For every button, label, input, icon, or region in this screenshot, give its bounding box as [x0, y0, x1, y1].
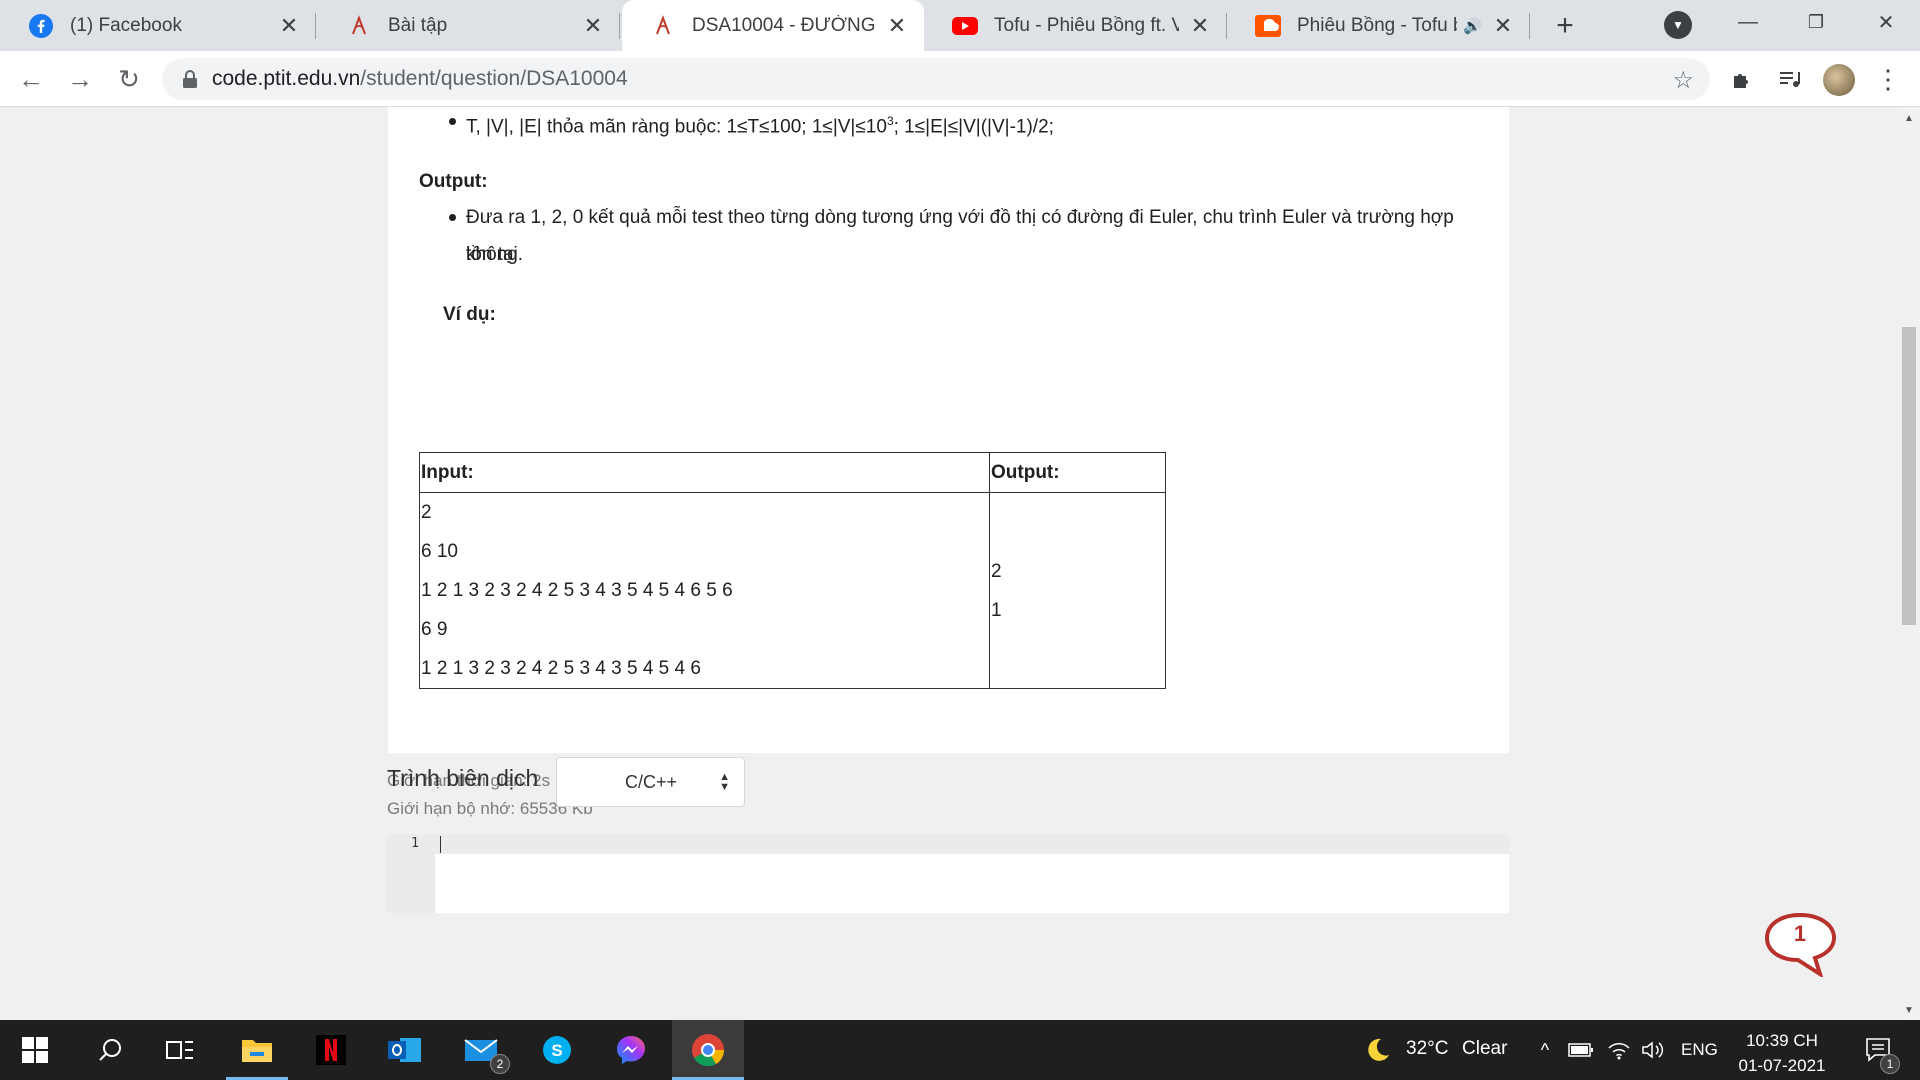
bookmark-star-icon[interactable]: ☆: [1672, 66, 1694, 95]
extensions-icon[interactable]: [1726, 63, 1758, 95]
output-line: 1: [991, 599, 1002, 621]
close-icon[interactable]: ✕: [580, 13, 606, 39]
outlook-icon[interactable]: [374, 1020, 436, 1080]
clock-date: 01-07-2021: [1738, 1056, 1826, 1075]
tab-youtube[interactable]: Tofu - Phiêu Bồng ft. VoVanDuc ✕: [924, 0, 1227, 51]
close-icon[interactable]: ✕: [1490, 13, 1516, 39]
new-tab-button[interactable]: +: [1547, 8, 1583, 44]
input-line: 2: [421, 502, 432, 523]
lock-icon: [182, 70, 198, 88]
browser-toolbar: ← → ↻ code.ptit.edu.vn/student/question/…: [0, 51, 1920, 107]
close-icon[interactable]: ✕: [1187, 13, 1213, 39]
editor-active-line: [435, 834, 1509, 854]
output-header: Output:: [989, 452, 1166, 493]
search-icon[interactable]: [80, 1020, 140, 1080]
tab-title: Phiêu Bồng - Tofu by: [1297, 14, 1458, 36]
text-cursor: [440, 836, 441, 853]
battery-icon[interactable]: [1566, 1020, 1596, 1080]
input-header: Input:: [419, 452, 990, 493]
select-caret-icon: ▲ ▼: [719, 771, 730, 793]
vertical-scrollbar[interactable]: ▲ ▼: [1898, 107, 1920, 1020]
output-description-cont: tồn tại.: [466, 244, 524, 265]
tab-title: (1) Facebook: [70, 14, 182, 36]
code-editor[interactable]: 1: [387, 834, 1509, 913]
input-line: 1 2 1 3 2 3 2 4 2 5 3 4 3 5 4 5 4 6 5 6: [421, 580, 733, 601]
tab-soundcloud[interactable]: Phiêu Bồng - Tofu by 🔊 ✕: [1227, 0, 1530, 51]
media-control-icon[interactable]: [1774, 63, 1806, 95]
input-cell: 2 6 10 1 2 1 3 2 3 2 4 2 5 3 4 3 5 4 5 4…: [419, 492, 990, 689]
windows-taskbar: 2 S 32°C Clear ^ ENG 10:39 CH 01-07-2021…: [0, 1020, 1920, 1080]
back-icon[interactable]: ←: [12, 60, 50, 98]
example-heading: Ví dụ:: [443, 304, 496, 325]
mail-icon[interactable]: 2: [450, 1020, 512, 1080]
weather-moon-icon[interactable]: [1360, 1020, 1396, 1080]
output-description: Đưa ra 1, 2, 0 kết quả mỗi test theo từn…: [449, 199, 1509, 273]
close-icon[interactable]: ✕: [884, 13, 910, 39]
line-number: 1: [411, 836, 419, 851]
compiler-selected-value: C/C++: [625, 771, 678, 792]
close-icon[interactable]: ✕: [276, 13, 302, 39]
clock-time: 10:39 CH: [1746, 1031, 1818, 1050]
reload-icon[interactable]: ↻: [110, 60, 148, 98]
skype-icon[interactable]: S: [526, 1020, 588, 1080]
restore-icon[interactable]: ❐: [1782, 0, 1850, 44]
tab-title: DSA10004 - ĐƯỜNG ĐI VÀ CHU TRÌNH EULER: [692, 14, 876, 36]
tab-bai-tap[interactable]: Bài tập ✕: [318, 0, 620, 51]
file-explorer-icon[interactable]: [226, 1020, 288, 1080]
windows-start-icon[interactable]: [0, 1020, 70, 1080]
speaker-icon[interactable]: 🔊: [1463, 17, 1482, 35]
tab-search-icon[interactable]: ▼: [1664, 11, 1692, 39]
menu-kebab-icon[interactable]: ⋮: [1872, 63, 1904, 95]
tab-title: Tofu - Phiêu Bồng ft. VoVanDuc: [994, 14, 1179, 36]
forward-icon[interactable]: →: [61, 60, 99, 98]
url-text: code.ptit.edu.vn/student/question/DSA100…: [212, 67, 628, 90]
chat-count: 1: [1793, 921, 1807, 946]
output-cell: 2 1: [989, 492, 1166, 689]
weather-temp[interactable]: 32°C: [1406, 1038, 1448, 1060]
tab-dsa10004[interactable]: DSA10004 - ĐƯỜNG ĐI VÀ CHU TRÌNH EULER ✕: [622, 0, 924, 51]
avatar[interactable]: [1823, 64, 1855, 96]
ptit-icon: [650, 13, 676, 39]
scrollbar-thumb[interactable]: [1902, 327, 1916, 625]
scroll-up-icon[interactable]: ▲: [1904, 113, 1914, 124]
close-window-icon[interactable]: ✕: [1852, 0, 1920, 44]
tab-strip: (1) Facebook ✕ Bài tập ✕ DSA10004 - ĐƯỜN…: [0, 0, 1920, 51]
input-line: 1 2 1 3 2 3 2 4 2 5 3 4 3 5 4 5 4 6: [421, 658, 701, 679]
chevron-up-icon[interactable]: ^: [1532, 1020, 1558, 1080]
address-bar[interactable]: code.ptit.edu.vn/student/question/DSA100…: [162, 58, 1710, 100]
ptit-icon: [346, 13, 372, 39]
input-line: 6 9: [421, 619, 448, 640]
tab-title: Bài tập: [388, 14, 448, 36]
minimize-icon[interactable]: —: [1714, 0, 1782, 44]
messenger-icon[interactable]: [600, 1020, 662, 1080]
input-line: 6 10: [421, 541, 458, 562]
chat-bubble-button[interactable]: 1: [1762, 911, 1838, 979]
chrome-icon[interactable]: [672, 1020, 744, 1080]
notification-badge: 1: [1880, 1054, 1900, 1074]
facebook-icon: [28, 13, 54, 39]
svg-text:S: S: [551, 1041, 562, 1060]
output-line: 2: [991, 560, 1002, 582]
problem-card: T, |V|, |E| thỏa mãn ràng buộc: 1≤T≤100;…: [388, 107, 1509, 753]
scroll-down-icon[interactable]: ▼: [1904, 1005, 1914, 1016]
wifi-icon[interactable]: [1604, 1020, 1634, 1080]
soundcloud-icon: [1255, 13, 1281, 39]
weather-desc[interactable]: Clear: [1462, 1038, 1507, 1060]
example-table: Input: Output: 2 6 10 1 2 1 3 2 3 2 4 2 …: [419, 452, 1166, 689]
compiler-select[interactable]: C/C++ ▲ ▼: [556, 757, 745, 807]
constraint-text: T, |V|, |E| thỏa mãn ràng buộc: 1≤T≤100;…: [449, 107, 1054, 145]
compiler-label: Trình biên dịch: [387, 765, 539, 791]
netflix-icon[interactable]: [300, 1020, 362, 1080]
youtube-icon: [952, 13, 978, 39]
language-indicator[interactable]: ENG: [1681, 1040, 1718, 1060]
output-heading: Output:: [419, 171, 488, 192]
system-clock[interactable]: 10:39 CH 01-07-2021: [1722, 1028, 1842, 1078]
notification-center-icon[interactable]: 1: [1854, 1020, 1904, 1080]
tab-facebook[interactable]: (1) Facebook ✕: [0, 0, 316, 51]
mail-badge: 2: [490, 1054, 510, 1074]
volume-icon[interactable]: [1638, 1020, 1668, 1080]
task-view-icon[interactable]: [150, 1020, 210, 1080]
